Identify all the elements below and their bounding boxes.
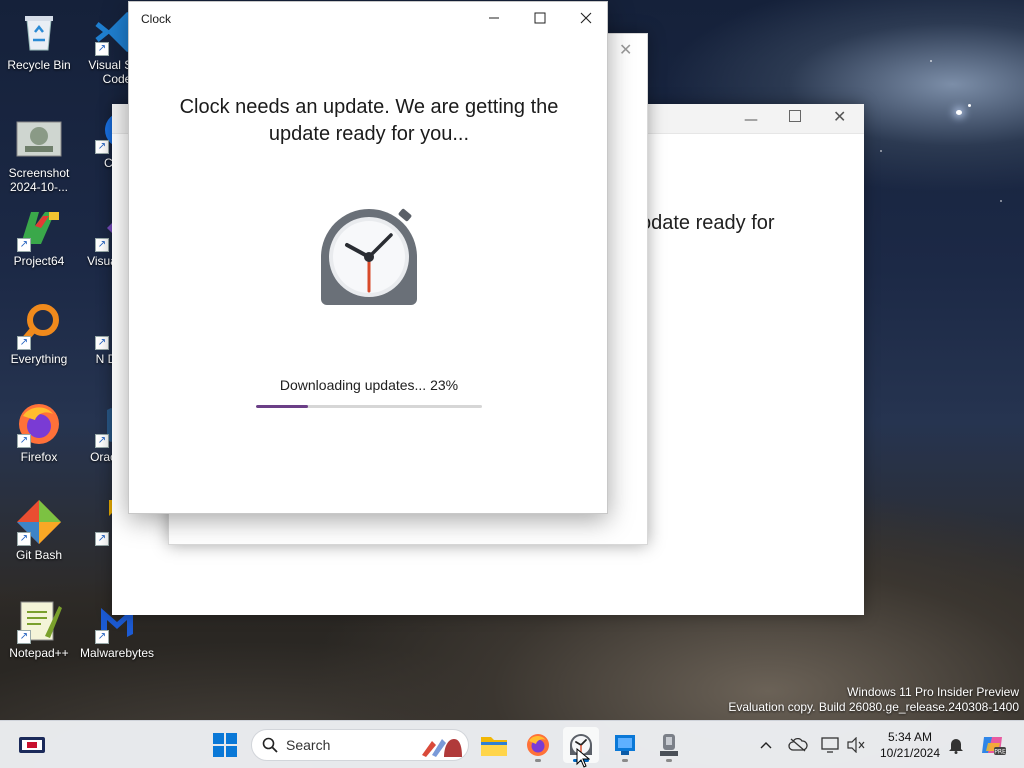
watermark-line2: Evaluation copy. Build 26080.ge_release.…	[728, 700, 1019, 714]
clock-time: 5:34 AM	[887, 730, 933, 744]
desktop-icon-firefox[interactable]: ↗ Firefox	[0, 400, 78, 464]
network-tray-button[interactable]	[820, 735, 840, 755]
minimize-icon	[489, 17, 499, 19]
cloud-offline-icon	[788, 738, 808, 752]
taskbar-file-explorer[interactable]	[476, 727, 512, 763]
file-explorer-icon	[481, 737, 507, 756]
search-icon	[262, 737, 278, 753]
widgets-icon	[19, 737, 45, 753]
desktop-icon-label: Firefox	[20, 450, 58, 464]
everything-search-icon: ↗	[15, 302, 63, 350]
image-file-icon	[15, 116, 63, 164]
desktop-icon-label: Everything	[10, 352, 68, 366]
search-input[interactable]	[286, 737, 406, 753]
progress-status-text: Downloading updates... 23%	[279, 377, 459, 393]
desktop-icon-git-bash[interactable]: ↗ Git Bash	[0, 498, 78, 562]
taskbar-search-box[interactable]	[251, 729, 469, 761]
desktop-icon-screenshot[interactable]: Screenshot 2024-10-...	[0, 116, 78, 194]
running-indicator	[622, 759, 628, 762]
star	[1000, 200, 1002, 202]
desktop-icon-label: Malwarebytes	[79, 646, 155, 660]
download-progress-bar	[256, 405, 482, 408]
start-icon	[213, 733, 237, 757]
project64-icon: ↗	[15, 204, 63, 252]
desktop-icon-recycle-bin[interactable]: Recycle Bin	[0, 8, 78, 72]
alarm-clock-icon	[321, 208, 417, 305]
recorder-icon	[660, 734, 678, 756]
bell-icon	[949, 739, 963, 754]
taskbar-clock[interactable]: 5:34 AM 10/21/2024	[874, 729, 946, 761]
taskbar: 5:34 AM 10/21/2024 PRE	[0, 720, 1024, 768]
show-hidden-icons-button[interactable]	[756, 735, 776, 755]
search-highlight-icon	[422, 739, 462, 757]
desktop-icon-label: Screenshot 2024-10-...	[8, 166, 70, 194]
desktop-icon-label: Recycle Bin	[7, 58, 71, 72]
recycle-bin-icon	[15, 8, 63, 56]
update-heading: Clock needs an update. We are getting th…	[179, 96, 559, 145]
copilot-button[interactable]: PRE	[980, 735, 1006, 756]
svg-text:PRE: PRE	[994, 749, 1006, 756]
volume-tray-button[interactable]	[846, 735, 866, 755]
notepadpp-icon: ↗	[15, 596, 63, 644]
close-button[interactable]: ✕	[833, 107, 846, 126]
copilot-icon: PRE	[982, 737, 1006, 756]
taskbar-recorder[interactable]	[651, 727, 687, 763]
start-button[interactable]	[207, 727, 243, 763]
maximize-button[interactable]	[789, 110, 801, 122]
minimize-button[interactable]: —	[744, 112, 758, 128]
firefox-icon: ↗	[15, 400, 63, 448]
minimize-button[interactable]	[471, 2, 517, 34]
firefox-icon	[527, 734, 549, 756]
widgets-button[interactable]	[14, 727, 50, 763]
star	[930, 60, 932, 62]
star	[880, 150, 882, 152]
mouse-cursor-icon	[576, 748, 590, 768]
background-window-text: odate ready for	[640, 212, 775, 234]
git-icon: ↗	[15, 498, 63, 546]
desktop-icon-notepadpp[interactable]: ↗ Notepad++	[0, 596, 78, 660]
running-indicator	[666, 759, 672, 762]
network-icon	[821, 737, 839, 753]
running-indicator	[535, 759, 541, 762]
window-title: Clock	[141, 12, 172, 26]
desktop-icon-project64[interactable]: ↗ Project64	[0, 204, 78, 268]
close-button[interactable]: ✕	[619, 40, 632, 59]
desktop-icon-label: Git Bash	[15, 548, 63, 562]
notifications-button[interactable]	[946, 735, 966, 755]
taskbar-firefox[interactable]	[520, 727, 556, 763]
windows-watermark: Windows 11 Pro Insider Preview Evaluatio…	[728, 685, 1019, 715]
taskbar-app-installer[interactable]	[607, 727, 643, 763]
maximize-button[interactable]	[517, 2, 563, 34]
chevron-up-icon	[760, 742, 772, 749]
close-icon	[580, 12, 592, 24]
speaker-muted-icon	[847, 737, 865, 753]
star	[968, 104, 971, 107]
onedrive-tray-button[interactable]	[788, 735, 808, 755]
watermark-line1: Windows 11 Pro Insider Preview	[847, 685, 1019, 699]
progress-fill	[256, 405, 308, 408]
close-button[interactable]	[563, 2, 609, 34]
app-installer-icon	[615, 735, 635, 755]
clock-date: 10/21/2024	[879, 746, 941, 760]
desktop-icon-everything[interactable]: ↗ Everything	[0, 302, 78, 366]
star	[956, 110, 962, 115]
desktop-icon-label: Notepad++	[9, 646, 69, 660]
maximize-icon	[534, 12, 546, 24]
desktop-icon-label: Project64	[13, 254, 65, 268]
clock-update-window[interactable]: Clock Clock needs an update. We are gett…	[128, 1, 608, 514]
